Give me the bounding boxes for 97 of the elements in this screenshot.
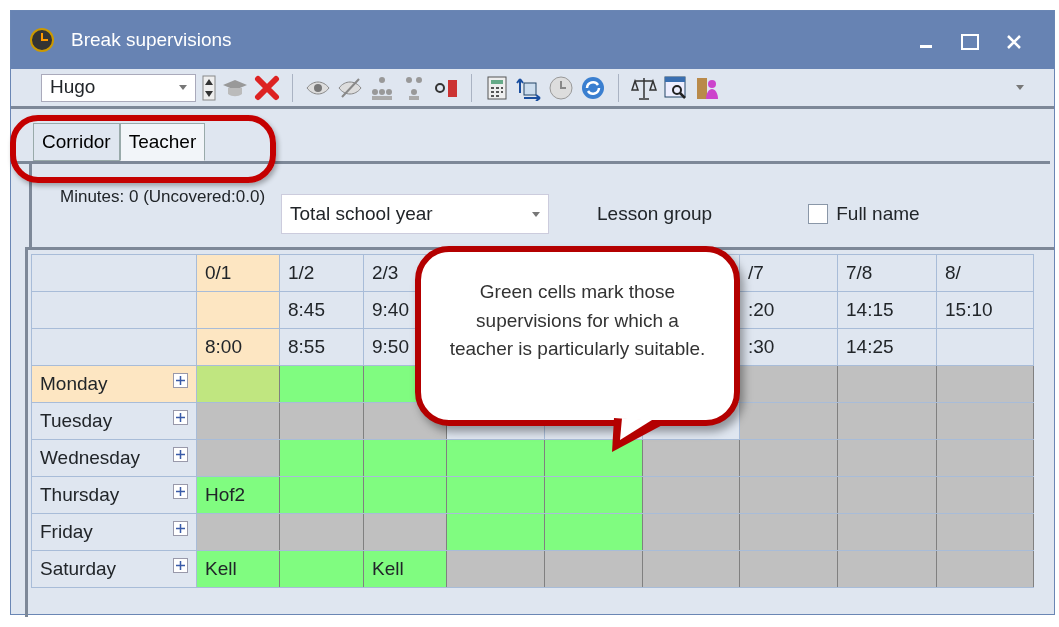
column-header: 8/ <box>945 261 961 283</box>
table-cell[interactable] <box>837 513 937 551</box>
time-label: 9:40 <box>372 298 409 320</box>
table-cell[interactable] <box>739 513 838 551</box>
minutes-summary: Minutes: 0 (Uncovered:0.0) <box>60 186 266 208</box>
table-cell[interactable] <box>279 550 364 588</box>
table-cell[interactable] <box>739 476 838 514</box>
table-cell[interactable] <box>279 439 364 477</box>
table-cell[interactable] <box>446 439 545 477</box>
table-cell[interactable] <box>739 402 838 440</box>
column-header: /7 <box>748 261 764 283</box>
table-cell[interactable] <box>642 476 740 514</box>
calculator-icon[interactable] <box>484 74 510 101</box>
table-cell[interactable] <box>363 513 447 551</box>
time-label: 8:45 <box>288 298 325 320</box>
table-cell[interactable] <box>544 513 643 551</box>
expand-icon[interactable] <box>173 409 188 425</box>
table-cell[interactable] <box>936 550 1034 588</box>
table-cell[interactable] <box>739 439 838 477</box>
time-label: 15:10 <box>945 298 993 320</box>
time-label: :30 <box>748 335 775 357</box>
expand-icon[interactable] <box>173 557 188 573</box>
group-icon[interactable] <box>369 74 395 101</box>
table-cell[interactable] <box>196 439 280 477</box>
time-label: 8:55 <box>288 335 325 357</box>
day-label: Saturday <box>40 557 117 579</box>
caret-icon <box>532 211 541 217</box>
expand-icon[interactable] <box>173 372 188 388</box>
checkbox[interactable] <box>808 204 829 225</box>
full-name-label: Full name <box>836 202 920 226</box>
table-cell[interactable] <box>936 402 1034 440</box>
delete-icon[interactable] <box>254 74 280 101</box>
window-search-icon[interactable] <box>663 74 689 101</box>
time-label: 8:00 <box>205 335 242 357</box>
table-cell[interactable] <box>936 513 1034 551</box>
table-cell[interactable] <box>363 439 447 477</box>
time-label: 9:50 <box>372 335 409 357</box>
table-cell[interactable] <box>837 365 937 403</box>
table-cell[interactable] <box>837 550 937 588</box>
table-cell[interactable] <box>739 550 838 588</box>
table-cell[interactable] <box>446 550 545 588</box>
tab[interactable]: Corridor <box>33 123 120 161</box>
callout-tooltip: Green cells mark those supervisions for which a teacher is particularly suitable. <box>415 246 740 426</box>
minimize-icon <box>920 45 932 49</box>
table-cell[interactable] <box>642 550 740 588</box>
table-cell[interactable] <box>196 402 280 440</box>
table-cell[interactable] <box>279 476 364 514</box>
column-header: 1/2 <box>288 261 315 283</box>
table-cell[interactable] <box>196 365 280 403</box>
expand-icon[interactable] <box>173 483 188 499</box>
maximize-icon <box>961 33 979 50</box>
table-cell[interactable] <box>642 439 740 477</box>
table-cell[interactable] <box>936 439 1034 477</box>
table-cell[interactable] <box>837 439 937 477</box>
teacher-dropdown[interactable]: Hugo <box>41 73 196 102</box>
table-cell[interactable] <box>544 476 643 514</box>
column-header: 7/8 <box>846 261 873 283</box>
day-label: Friday <box>40 520 93 542</box>
table-cell[interactable] <box>446 513 545 551</box>
time-label: 14:25 <box>846 335 894 357</box>
table-cell[interactable] <box>279 365 364 403</box>
window-title: Break supervisions <box>71 27 232 52</box>
expand-icon[interactable] <box>173 520 188 536</box>
table-cell[interactable]: Hof2 <box>196 476 280 514</box>
close-icon <box>1007 34 1021 49</box>
day-label: Monday <box>40 372 108 394</box>
clock-icon[interactable] <box>548 74 574 101</box>
day-label: Wednesday <box>40 446 140 468</box>
table-cell[interactable] <box>279 513 364 551</box>
tab[interactable]: Teacher <box>119 123 206 161</box>
column-header: 2/3 <box>372 261 399 283</box>
table-cell[interactable] <box>363 476 447 514</box>
table-cell[interactable] <box>279 402 364 440</box>
refresh-icon[interactable] <box>580 74 606 101</box>
day-label: Thursday <box>40 483 120 505</box>
table-cell[interactable] <box>837 476 937 514</box>
table-cell[interactable] <box>544 550 643 588</box>
table-cell[interactable] <box>936 476 1034 514</box>
table-cell[interactable]: Kell <box>363 550 447 588</box>
table-cell[interactable]: Kell <box>196 550 280 588</box>
column-header: 0/1 <box>205 261 232 283</box>
period-dropdown[interactable]: Total school year <box>281 194 550 234</box>
lesson-group-label: Lesson group <box>597 202 713 226</box>
table-cell[interactable] <box>936 365 1034 403</box>
overflow-arrow-icon[interactable] <box>1016 85 1024 90</box>
table-cell[interactable] <box>446 476 545 514</box>
clock-icon <box>29 27 55 53</box>
table-cell[interactable] <box>837 402 937 440</box>
table-cell[interactable] <box>739 365 838 403</box>
expand-icon[interactable] <box>173 446 188 462</box>
table-cell[interactable] <box>642 513 740 551</box>
day-label: Tuesday <box>40 409 113 431</box>
caret-icon <box>179 85 187 90</box>
time-label: :20 <box>748 298 775 320</box>
time-label: 14:15 <box>846 298 894 320</box>
table-cell[interactable] <box>196 513 280 551</box>
spinner-icon[interactable] <box>202 74 216 101</box>
